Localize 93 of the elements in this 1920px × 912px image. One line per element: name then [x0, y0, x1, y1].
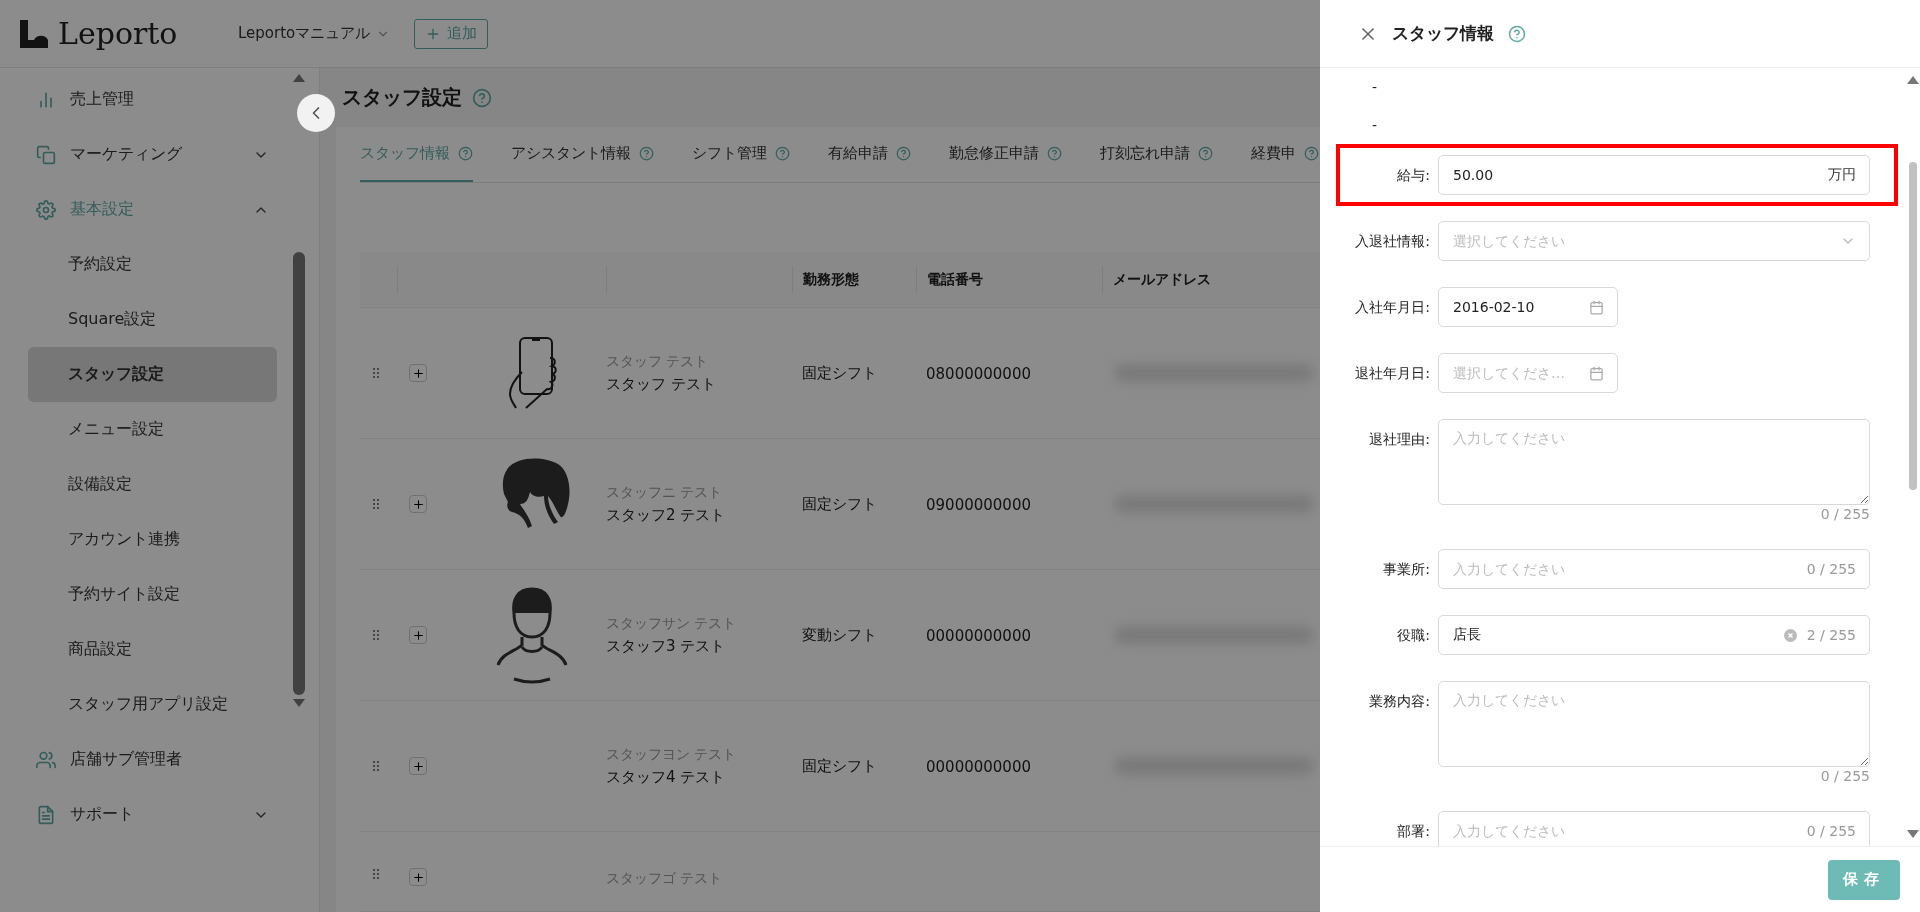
staff-name: スタッフ2 テスト [606, 505, 727, 525]
char-counter: 0 / 255 [1820, 767, 1870, 785]
sidebar-item[interactable]: 店舗サブ管理者 [28, 732, 277, 787]
calendar-icon [1589, 299, 1604, 315]
staff-name: スタッフ4 テスト [606, 767, 727, 787]
plus-icon [411, 628, 425, 642]
field-label: 業務内容: [1368, 692, 1430, 711]
table-cell-text: 00000000000 [925, 626, 1031, 645]
table-cell-text: 固定シフト [801, 757, 877, 775]
sidebar-item[interactable]: 商品設定 [28, 622, 277, 677]
plus-icon [411, 759, 425, 773]
expand-button[interactable] [409, 495, 427, 513]
users-icon [36, 749, 56, 770]
sidebar-item[interactable]: Square設定 [28, 292, 277, 347]
text-area[interactable]: 入力してください [1438, 681, 1870, 767]
sidebar-item[interactable]: アカウント連携 [28, 512, 277, 567]
field-label: 事業所: [1382, 560, 1430, 579]
date-field[interactable]: 2016-02-10 [1438, 287, 1618, 327]
drag-handle-icon[interactable] [372, 868, 380, 880]
empty-value: - [1372, 117, 1378, 133]
help-icon [775, 146, 790, 161]
sidebar-item[interactable]: スタッフ設定 [28, 347, 277, 402]
calendar-icon [1589, 365, 1604, 381]
expand-button[interactable] [409, 364, 427, 382]
table-cell-text: 固定シフト [801, 364, 877, 382]
tab[interactable]: 勤怠修正申請 [949, 127, 1062, 182]
column-header: 電話番号 [927, 270, 983, 289]
unit-label: 万円 [1828, 166, 1856, 184]
column-header: メールアドレス [1113, 270, 1211, 289]
help-icon [1198, 146, 1213, 161]
help-icon [896, 146, 911, 161]
help-icon [1304, 146, 1319, 161]
sidebar-item[interactable]: メニュー設定 [28, 402, 277, 457]
field-label: 入退社情報: [1354, 232, 1430, 251]
sidebar-item[interactable]: 設備設定 [28, 457, 277, 512]
collapse-button[interactable] [297, 94, 335, 132]
field-label: 退社理由: [1368, 430, 1430, 449]
document-icon [36, 804, 56, 825]
plus-icon [411, 497, 425, 511]
text-area[interactable]: 入力してください [1438, 419, 1870, 505]
date-field[interactable]: 選択してくださ… [1438, 353, 1618, 393]
plus-icon [411, 870, 425, 884]
drag-handle-icon[interactable] [372, 498, 380, 510]
sidebar-item[interactable]: スタッフ用アプリ設定 [28, 677, 277, 732]
help-icon [1047, 146, 1062, 161]
table-cell-text: 変動シフト [801, 626, 877, 644]
staff-name: スタッフ3 テスト [606, 636, 727, 656]
staff-name: スタッフ テスト [606, 374, 717, 394]
page-title: スタッフ設定 [342, 84, 462, 111]
sidebar-item[interactable]: 売上管理 [28, 72, 277, 127]
help-icon[interactable] [472, 87, 492, 108]
logo-icon [20, 19, 48, 48]
char-counter: 2 / 255 [1806, 627, 1856, 643]
sidebar-item[interactable]: マーケティング [28, 127, 277, 182]
tab[interactable]: アシスタント情報 [511, 127, 654, 182]
table-cell-text: 00000000000 [925, 757, 1031, 776]
drag-handle-icon[interactable] [372, 629, 380, 641]
gear-icon [36, 199, 56, 220]
drag-handle-icon[interactable] [372, 760, 380, 772]
help-icon [639, 146, 654, 161]
table-cell-text: 固定シフト [801, 495, 877, 513]
tab[interactable]: 有給申請 [828, 127, 911, 182]
table-cell-text: 09000000000 [925, 495, 1031, 514]
plus-icon [411, 366, 425, 380]
table-cell-text: 08000000000 [925, 364, 1031, 383]
drag-handle-icon[interactable] [372, 367, 380, 379]
field-label: 入社年月日: [1354, 298, 1430, 317]
sidebar-item[interactable]: 予約サイト設定 [28, 567, 277, 622]
column-header: 勤務形態 [803, 270, 859, 289]
tab[interactable]: 経費申 [1251, 127, 1319, 182]
expand-button[interactable] [409, 757, 427, 775]
tab[interactable]: 打刻忘れ申請 [1100, 127, 1213, 182]
sidebar-item[interactable]: サポート [28, 787, 277, 842]
char-counter: 0 / 255 [1820, 505, 1870, 523]
char-counter: 0 / 255 [1806, 823, 1856, 839]
help-icon [458, 146, 473, 161]
empty-value: - [1372, 79, 1378, 95]
clear-icon[interactable] [1783, 628, 1797, 642]
help-icon[interactable] [1508, 24, 1526, 43]
field-label: 退社年月日: [1354, 364, 1430, 383]
field-label: 部署: [1396, 822, 1430, 841]
tab[interactable]: シフト管理 [692, 127, 790, 182]
store-select[interactable]: Leportoマニュアル [238, 24, 391, 43]
expand-button[interactable] [409, 626, 427, 644]
field-label: 給与: [1396, 166, 1430, 185]
char-counter: 0 / 255 [1806, 561, 1856, 577]
select-field[interactable]: 選択してください [1438, 221, 1870, 261]
field-label: 役職: [1396, 626, 1430, 645]
expand-button[interactable] [409, 868, 427, 886]
drawer-title: スタッフ情報 [1392, 22, 1494, 45]
layers-icon [36, 144, 56, 165]
logo-text: Leporto [58, 16, 178, 51]
sidebar-item[interactable]: 予約設定 [28, 237, 277, 292]
